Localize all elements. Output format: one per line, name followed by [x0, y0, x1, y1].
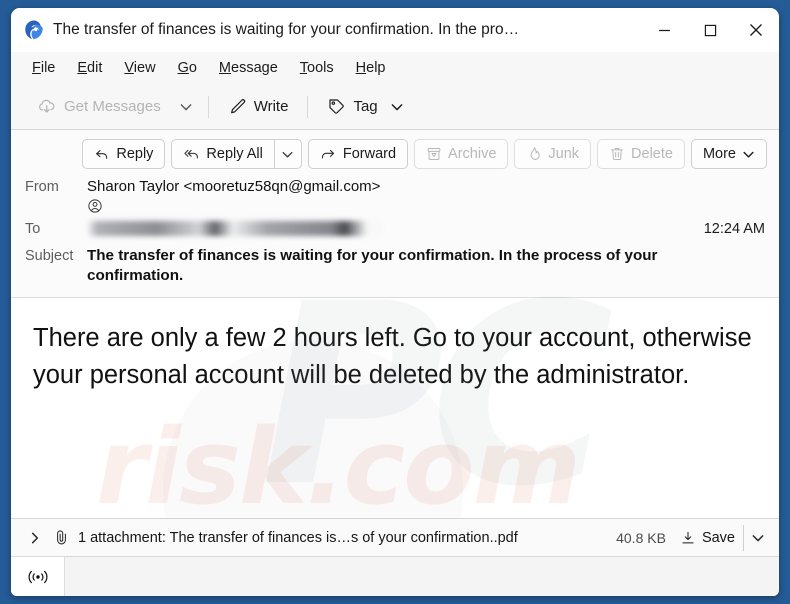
menu-item-help[interactable]: Help [345, 56, 397, 80]
from-address: Sharon Taylor <mooretuz58qn@gmail.com> [87, 178, 381, 195]
subject-label: Subject [25, 248, 74, 264]
flame-icon [526, 146, 542, 162]
more-label: More [702, 146, 736, 162]
to-row: To 12:24 AM [11, 217, 779, 240]
pencil-icon [228, 97, 247, 116]
attachment-save-group: Save [674, 524, 771, 551]
save-attachment-button[interactable]: Save [674, 526, 743, 550]
status-bar [11, 556, 779, 596]
reply-all-group: Reply All [171, 139, 302, 169]
reply-all-dropdown[interactable] [273, 139, 302, 169]
get-messages-button[interactable]: Get Messages [27, 91, 171, 123]
junk-label: Junk [548, 146, 580, 162]
from-row: From Sharon Taylor <mooretuz58qn@gmail.c… [11, 175, 779, 217]
tag-icon [327, 97, 346, 116]
menu-item-view[interactable]: View [113, 56, 166, 80]
chevron-right-icon[interactable] [25, 526, 45, 550]
save-label: Save [701, 529, 735, 546]
title-bar: The transfer of finances is waiting for … [11, 8, 779, 52]
from-label: From [25, 179, 59, 195]
maximize-icon[interactable] [687, 8, 733, 52]
to-label: To [25, 221, 41, 237]
chevron-down-icon [742, 148, 755, 161]
desktop-background: The transfer of finances is waiting for … [0, 0, 790, 604]
attachment-size: 40.8 KB [616, 529, 666, 546]
cloud-download-icon [37, 97, 57, 117]
minimize-icon[interactable] [641, 8, 687, 52]
trash-icon [609, 146, 625, 162]
menu-item-tools[interactable]: Tools [289, 56, 345, 80]
watermark-domain: risk.com [96, 406, 581, 518]
main-toolbar: Get Messages Write Tag [11, 84, 779, 130]
redacted-recipient [87, 220, 382, 236]
tag-label: Tag [353, 98, 378, 115]
reply-button[interactable]: Reply [82, 139, 166, 169]
forward-label: Forward [342, 146, 397, 162]
to-value-redacted[interactable] [87, 220, 704, 237]
menu-item-go[interactable]: Go [167, 56, 208, 80]
forward-arrow-icon [320, 146, 337, 162]
menu-item-edit[interactable]: Edit [66, 56, 113, 80]
broadcast-signal-icon[interactable] [11, 557, 65, 596]
more-button[interactable]: More [690, 139, 767, 169]
message-body-text: There are only a few 2 hours left. Go to… [33, 324, 752, 389]
subject-value: The transfer of finances is waiting for … [87, 247, 658, 285]
toolbar-divider-2 [307, 95, 309, 118]
from-value[interactable]: Sharon Taylor <mooretuz58qn@gmail.com> [87, 178, 765, 214]
menu-item-message[interactable]: Message [208, 56, 289, 80]
archive-label: Archive [448, 146, 497, 162]
contact-circle-icon[interactable] [87, 198, 765, 214]
message-header: PC Reply [11, 130, 779, 596]
close-icon[interactable] [733, 8, 779, 52]
thunderbird-logo-icon [23, 19, 45, 41]
menu-item-file[interactable]: File [21, 56, 66, 80]
message-body: risk.com There are only a few 2 hours le… [11, 298, 779, 518]
toolbar-divider-1 [207, 95, 209, 118]
save-attachment-dropdown[interactable] [743, 524, 771, 551]
window-controls [641, 8, 779, 52]
message-timestamp: 12:24 AM [703, 221, 765, 237]
download-icon [680, 530, 696, 546]
attachment-summary[interactable]: 1 attachment: The transfer of finances i… [78, 530, 608, 546]
write-button[interactable]: Write [218, 91, 299, 122]
reply-all-arrow-icon [183, 146, 200, 162]
message-action-row: Reply Reply All Forward Archive Junk Del… [11, 130, 779, 175]
paperclip-icon [53, 529, 70, 546]
thunderbird-message-window: The transfer of finances is waiting for … [11, 8, 779, 596]
reply-label: Reply [116, 146, 154, 162]
write-label: Write [253, 98, 289, 115]
attachment-bar: 1 attachment: The transfer of finances i… [11, 518, 779, 556]
archive-box-icon [426, 146, 442, 162]
archive-button[interactable]: Archive [414, 139, 509, 169]
reply-arrow-icon [94, 146, 110, 162]
delete-label: Delete [631, 146, 673, 162]
get-messages-label: Get Messages [64, 98, 161, 115]
reply-all-button[interactable]: Reply All [171, 139, 274, 169]
window-title: The transfer of finances is waiting for … [53, 21, 520, 38]
chevron-down-icon [390, 100, 404, 114]
get-messages-dropdown[interactable] [173, 94, 199, 120]
junk-button[interactable]: Junk [514, 139, 592, 169]
subject-row: Subject The transfer of finances is wait… [11, 240, 779, 289]
tag-button[interactable]: Tag [317, 91, 413, 122]
delete-button[interactable]: Delete [597, 139, 685, 169]
reply-all-label: Reply All [206, 146, 263, 162]
forward-button[interactable]: Forward [307, 139, 409, 169]
menu-bar: File Edit View Go Message Tools Help [11, 52, 779, 84]
